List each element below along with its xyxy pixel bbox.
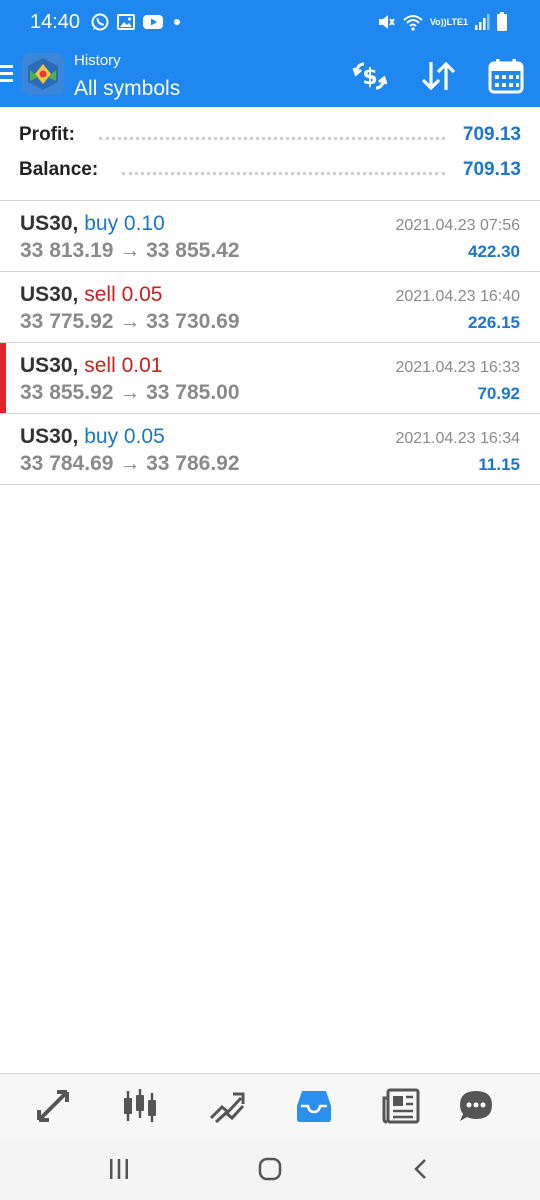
bottom-nav [0,1073,540,1138]
deal-profit: 70.92 [477,384,520,403]
calendar-icon[interactable] [486,56,526,96]
status-system-icons: Vo)) LTE1 [376,12,508,32]
deal-prices: 33 784.69 → 33 786.92 [20,452,240,475]
youtube-icon [142,14,164,30]
app-bar-title[interactable]: All symbols [74,77,180,101]
recents-icon[interactable] [102,1154,136,1184]
deal-symbol-name: US30, [20,212,79,235]
system-nav-bar [0,1138,540,1200]
battery-icon [496,12,508,32]
profit-label: Profit: [19,124,75,145]
summary-panel: Profit: 709.13 Balance: 709.13 [0,107,540,201]
menu-icon[interactable] [0,65,14,85]
history-icon[interactable] [294,1086,334,1126]
status-bar: 14:40 Vo)) LTE1 [0,0,540,44]
deal-profit: 11.15 [478,455,520,474]
deal-row-selected[interactable]: US30, sell 0.01 33 855.92 → 33 785.00 20… [0,343,540,414]
deal-profit: 226.15 [468,313,520,332]
back-icon[interactable] [404,1154,438,1184]
status-notification-icons [90,12,184,32]
balance-label: Balance: [19,159,99,180]
deal-symbol: US30, sell 0.01 [20,354,162,378]
deposit-withdraw-icon[interactable]: $ [350,56,390,96]
volte-lte-icon: Vo)) LTE1 [429,16,468,27]
balance-row: Balance: 709.13 [19,158,521,182]
app-bar: History All symbols $ [0,44,540,107]
signal-icon [474,13,490,31]
dot-icon [170,15,184,29]
balance-value: 709.13 [462,159,521,180]
deal-time: 2021.04.23 07:56 [395,217,520,234]
deal-time: 2021.04.23 16:40 [395,288,520,305]
mute-icon [376,12,396,32]
deal-symbol-name: US30, [20,354,79,377]
home-icon[interactable] [253,1154,287,1184]
dotted-leader [98,130,445,140]
deal-type: buy 0.05 [84,425,165,448]
app-logo[interactable] [22,53,64,95]
wifi-icon [402,12,424,32]
trade-icon[interactable] [207,1086,247,1126]
deal-row[interactable]: US30, buy 0.10 33 813.19 → 33 855.42 202… [0,201,540,272]
deal-row[interactable]: US30, sell 0.05 33 775.92 → 33 730.69 20… [0,272,540,343]
deal-symbol-name: US30, [20,283,79,306]
deal-type: sell 0.05 [84,283,163,306]
volte-label: Vo)) [429,16,447,27]
status-time: 14:40 [30,10,81,33]
profit-value: 709.13 [462,124,521,145]
deal-type: sell 0.01 [84,354,163,377]
svg-text:$: $ [362,65,377,90]
whatsapp-icon [90,12,110,32]
news-icon[interactable] [381,1086,421,1126]
quotes-icon[interactable] [33,1086,73,1126]
dotted-leader [122,165,445,175]
deal-time: 2021.04.23 16:34 [395,430,520,447]
deal-prices: 33 775.92 → 33 730.69 [20,310,240,333]
deal-symbol-name: US30, [20,425,79,448]
deal-time: 2021.04.23 16:33 [395,359,520,376]
deal-type: buy 0.10 [84,212,165,235]
deal-prices: 33 813.19 → 33 855.42 [20,239,240,262]
deal-symbol: US30, sell 0.05 [20,283,162,307]
app-bar-subtitle: History [74,52,121,69]
chat-icon[interactable] [456,1086,496,1126]
profit-row: Profit: 709.13 [19,123,521,147]
chart-icon[interactable] [120,1086,160,1126]
deal-row[interactable]: US30, buy 0.05 33 784.69 → 33 786.92 202… [0,414,540,485]
lte-label: LTE1 [446,16,468,27]
sort-icon[interactable] [418,56,458,96]
deal-symbol: US30, buy 0.05 [20,425,165,449]
deal-prices: 33 855.92 → 33 785.00 [20,381,240,404]
deal-symbol: US30, buy 0.10 [20,212,165,236]
gallery-icon [116,13,136,31]
deal-profit: 422.30 [468,242,520,261]
